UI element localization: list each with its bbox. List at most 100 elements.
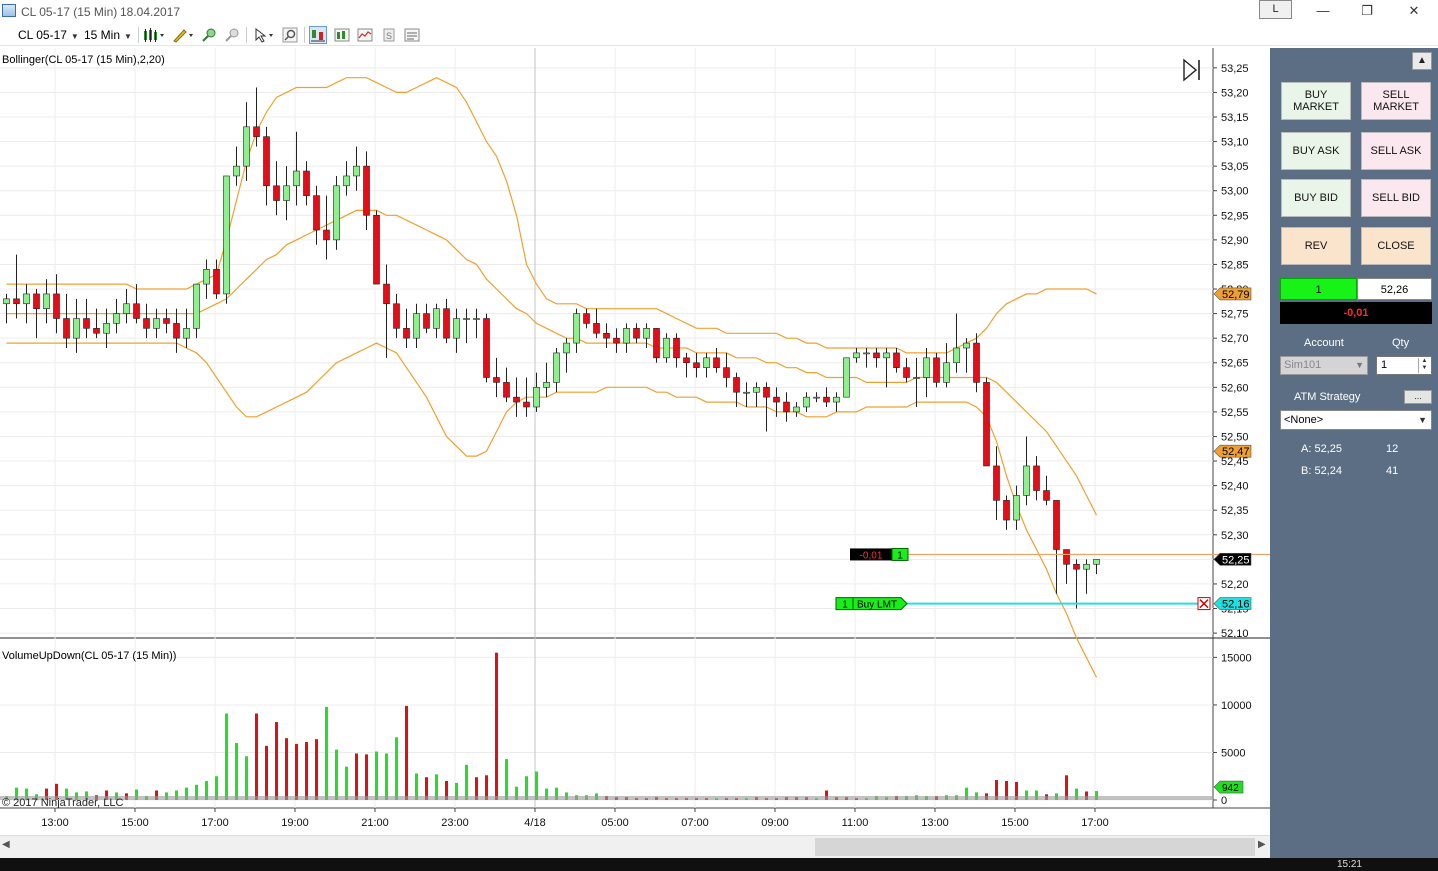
scroll-to-end-icon	[1183, 58, 1198, 82]
data-box-icon[interactable]	[334, 27, 350, 43]
position-pnl-text: -0,01	[860, 550, 883, 561]
candle-down	[673, 337, 680, 359]
candle-down	[993, 465, 1000, 501]
drawing-tool-icon[interactable]	[172, 27, 194, 43]
candle-up	[203, 269, 210, 285]
candle-up	[833, 396, 840, 403]
buy-ask-button[interactable]: BUY ASK	[1281, 132, 1351, 170]
volume-bar-up	[245, 756, 248, 800]
chart-trader-icon[interactable]	[309, 26, 327, 44]
position-display: 1 52,26	[1280, 278, 1432, 300]
ask-size: 12	[1386, 443, 1399, 455]
time-tick-label: 4/18	[524, 817, 545, 829]
reverse-button[interactable]: REV	[1281, 227, 1351, 265]
candle-up	[153, 318, 160, 329]
link-button[interactable]: L	[1259, 0, 1292, 19]
candle-down	[363, 165, 370, 216]
price-tick-label: 53,00	[1221, 186, 1249, 198]
candle-down	[693, 362, 700, 368]
search-icon[interactable]	[282, 27, 298, 43]
quantity-stepper[interactable]: 1 ▲ ▼	[1376, 356, 1432, 375]
candle-up	[963, 342, 970, 349]
candle-down	[973, 342, 980, 383]
candle-up	[453, 318, 460, 339]
buy-market-button[interactable]: BUY MARKET	[1281, 82, 1351, 120]
chevron-down-icon: ▼	[70, 32, 79, 41]
candle-down	[893, 352, 900, 368]
sell-market-button[interactable]: SELL MARKET	[1361, 82, 1431, 120]
chart-area[interactable]: 53,25 53,20 53,15 53,10 53,05 53,00 52,95 52,90…	[0, 48, 1270, 833]
sell-ask-button[interactable]: SELL ASK	[1361, 132, 1431, 170]
candle-up	[863, 352, 870, 355]
candle-down	[483, 318, 490, 378]
chart-canvas[interactable]: 53,25 53,20 53,15 53,10 53,05 53,00 52,95 52,90…	[0, 48, 1270, 833]
candle-down	[1003, 500, 1010, 521]
candle-up	[543, 382, 550, 388]
candle-up	[1013, 495, 1020, 521]
candle-down	[763, 387, 770, 398]
candle-down	[1053, 500, 1060, 550]
indicators-icon[interactable]	[357, 27, 373, 43]
interval-selector[interactable]: 15 Min ▼	[84, 27, 132, 43]
scroll-left-icon[interactable]: ◀	[2, 839, 10, 850]
candle-down	[63, 318, 70, 339]
price-tag-text: 52,79	[1222, 289, 1250, 301]
strategies-icon[interactable]: S	[381, 27, 397, 43]
candle-up	[1023, 465, 1030, 496]
buy-bid-button[interactable]: BUY BID	[1281, 179, 1351, 217]
candle-down	[593, 323, 600, 334]
zoom-in-icon[interactable]	[201, 27, 217, 43]
volume-tick-label: 5000	[1221, 747, 1245, 759]
candle-up	[843, 357, 850, 398]
volume-bar-up	[325, 706, 328, 800]
candle-up	[553, 352, 560, 383]
price-tick-label: 52,55	[1221, 407, 1249, 419]
volume-tag-text: 942	[1222, 783, 1239, 794]
minimize-icon[interactable]: —	[1312, 2, 1334, 20]
candle-up	[563, 342, 570, 354]
candle-up	[3, 298, 10, 305]
spin-arrows-icon[interactable]: ▲ ▼	[1418, 358, 1430, 373]
collapse-up-icon[interactable]: ▲	[1412, 52, 1432, 70]
candle-down	[83, 318, 90, 329]
account-label: Account	[1304, 337, 1344, 349]
pointer-icon[interactable]	[253, 27, 275, 43]
candle-up	[353, 165, 360, 177]
toolbar-divider	[304, 27, 305, 43]
candle-up	[193, 283, 200, 329]
candle-up	[413, 313, 420, 339]
scroll-right-icon[interactable]: ▶	[1258, 839, 1266, 850]
time-tick-label: 15:00	[1001, 817, 1029, 829]
chart-scrollbar[interactable]: ◀ ▶	[0, 835, 1270, 858]
price-tick-label: 53,10	[1221, 137, 1249, 149]
price-tag-text: 52,16	[1222, 599, 1250, 611]
properties-icon[interactable]	[404, 27, 420, 43]
chevron-down-icon: ▼	[1355, 360, 1364, 370]
candle-down	[373, 214, 380, 285]
atm-properties-button[interactable]: ...	[1404, 390, 1432, 404]
candle-down	[403, 328, 410, 339]
candle-down	[513, 396, 520, 403]
account-select[interactable]: Sim101 ▼	[1280, 356, 1368, 375]
candle-up	[1083, 563, 1090, 570]
scrollbar-thumb[interactable]	[815, 838, 1255, 856]
close-icon[interactable]: ✕	[1403, 2, 1425, 20]
price-tick-label: 52,60	[1221, 382, 1249, 394]
candle-up	[623, 328, 630, 344]
close-position-button[interactable]: CLOSE	[1361, 227, 1431, 265]
zoom-out-icon[interactable]	[224, 27, 240, 43]
price-tick-label: 52,20	[1221, 579, 1249, 591]
restore-icon[interactable]: ❐	[1356, 2, 1378, 20]
instrument-selector[interactable]: CL 05-17 ▼	[18, 27, 79, 43]
bollinger-label: Bollinger(CL 05-17 (15 Min),2,20)	[2, 54, 165, 66]
volume-bar-up	[465, 764, 468, 800]
candle-up	[1093, 559, 1100, 565]
candle-down	[93, 328, 100, 334]
sell-bid-button[interactable]: SELL BID	[1361, 179, 1431, 217]
bar-type-icon[interactable]	[143, 27, 165, 43]
candle-down	[613, 337, 620, 344]
candle-up	[643, 328, 650, 339]
candle-down	[783, 401, 790, 413]
candle-up	[23, 293, 30, 305]
atm-strategy-select[interactable]: <None> ▼	[1280, 410, 1432, 430]
